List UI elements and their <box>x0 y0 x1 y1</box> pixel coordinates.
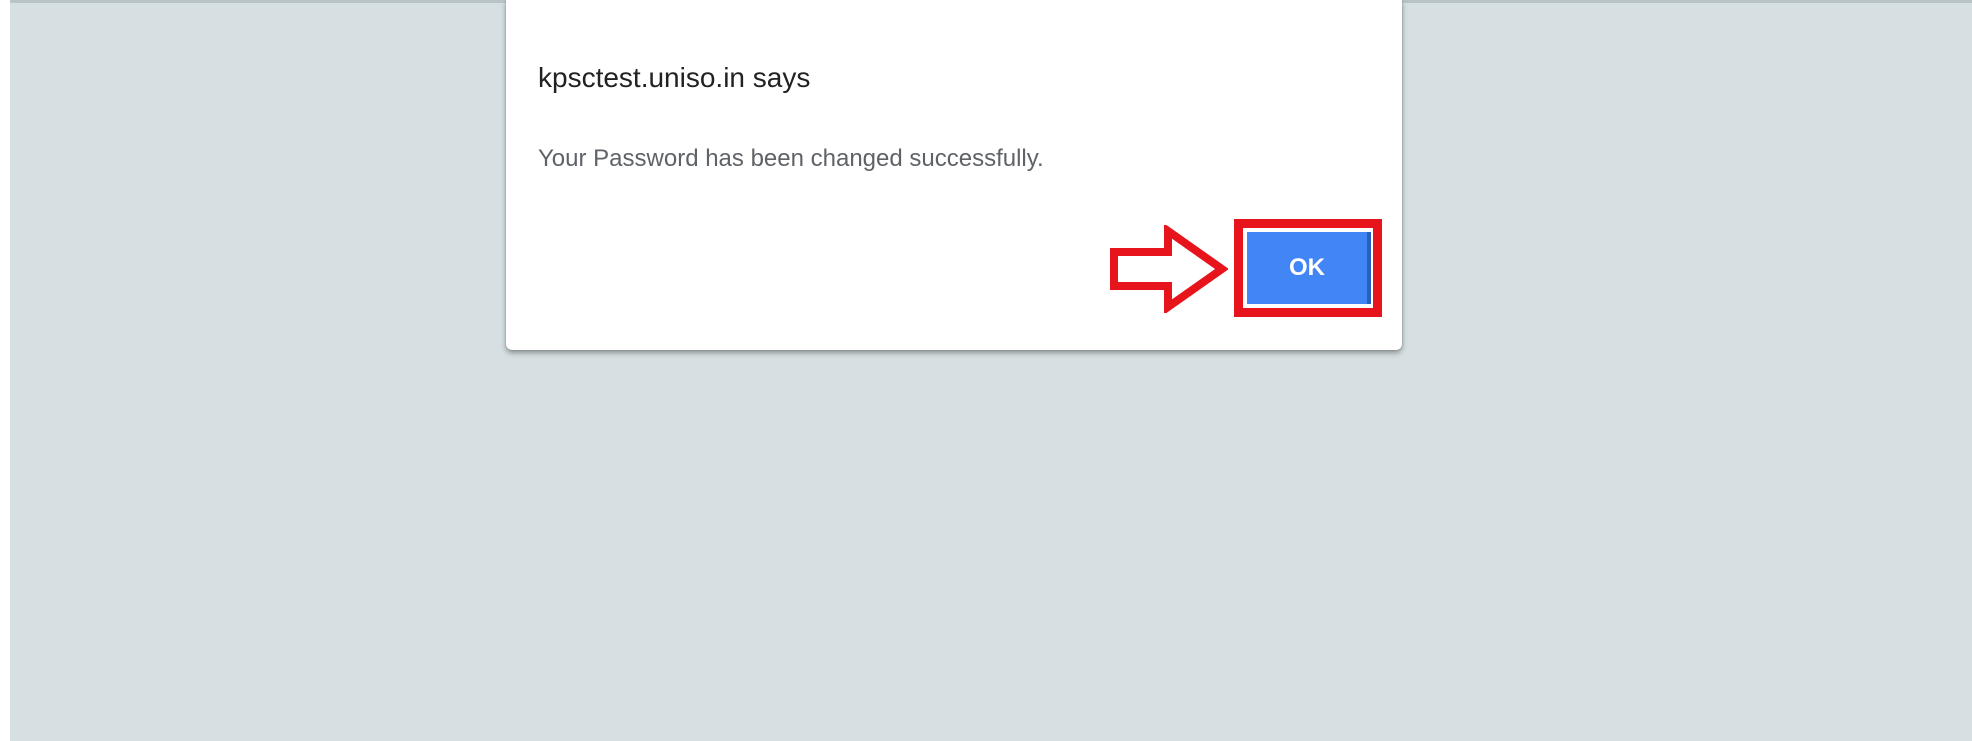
browser-page: kpsctest.uniso.in says Your Password has… <box>0 0 1972 741</box>
dialog-title: kpsctest.uniso.in says <box>538 62 811 93</box>
ok-button[interactable]: OK <box>1247 232 1371 304</box>
right-arrow-icon <box>1110 225 1228 313</box>
dialog-message: Your Password has been changed successfu… <box>538 145 1044 172</box>
